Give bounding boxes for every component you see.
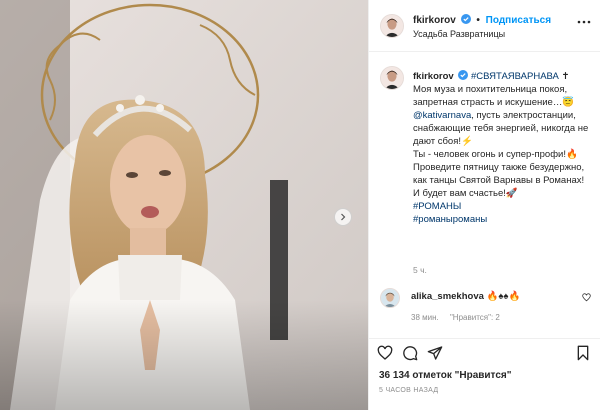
post-location[interactable]: Усадьба Разврат­ницы bbox=[413, 29, 505, 39]
comment-text: alika_smekhova 🔥♠♠🔥 bbox=[411, 291, 520, 302]
bookmark-icon bbox=[577, 345, 589, 361]
next-photo-button[interactable] bbox=[334, 208, 352, 226]
share-button[interactable] bbox=[427, 345, 443, 361]
caption-line: Моя муза и похитительница покоя, запретн… bbox=[413, 84, 575, 108]
comment-timestamp: 38 мин. bbox=[411, 313, 439, 322]
caption-line: Ты - человек огонь и супер-профи!🔥 bbox=[413, 149, 578, 160]
post-side-panel: fkirkorov • Подписаться Усадьба Разврат­… bbox=[368, 0, 600, 410]
caption-cross: ✝ bbox=[561, 71, 570, 82]
caption-timestamp: 5 ч. bbox=[413, 265, 427, 275]
avatar-image bbox=[381, 289, 399, 307]
post-photo[interactable] bbox=[0, 0, 368, 410]
photo-illustration bbox=[0, 0, 368, 410]
caption-username[interactable]: fkirkorov bbox=[413, 71, 454, 82]
instagram-post: fkirkorov • Подписаться Усадьба Разврат­… bbox=[0, 0, 600, 410]
hashtag-link[interactable]: #СВЯТАЯВАРНАВА bbox=[471, 71, 559, 82]
header-user-line: fkirkorov • Подписаться bbox=[413, 14, 551, 26]
caption-text: fkirkorov #СВЯТАЯВАРНАВА ✝ Моя муза и по… bbox=[413, 70, 593, 226]
more-options-icon[interactable] bbox=[577, 19, 591, 25]
comment-likes-count[interactable]: "Нравится": 2 bbox=[450, 313, 500, 322]
likes-count: 36 134 bbox=[379, 370, 410, 381]
like-button[interactable] bbox=[377, 345, 393, 361]
save-button[interactable] bbox=[575, 345, 591, 361]
comment-item: alika_smekhova 🔥♠♠🔥 38 мин. "Нравится": … bbox=[369, 283, 600, 333]
commenter-avatar[interactable] bbox=[380, 288, 400, 308]
comment-body: 🔥♠♠🔥 bbox=[486, 291, 521, 302]
share-icon bbox=[427, 346, 443, 360]
hashtag-link[interactable]: #РОМАНЫ bbox=[413, 201, 461, 212]
follow-button[interactable]: Подписаться bbox=[486, 15, 551, 26]
heart-icon[interactable] bbox=[582, 293, 591, 302]
avatar-image bbox=[381, 67, 403, 89]
author-avatar[interactable] bbox=[380, 14, 404, 38]
likes-label: "Нравится" bbox=[454, 370, 512, 381]
chevron-right-icon bbox=[341, 213, 346, 221]
comment-meta: 38 мин. "Нравится": 2 bbox=[411, 313, 509, 322]
caption-author-avatar[interactable] bbox=[380, 66, 404, 90]
verified-badge-icon bbox=[460, 14, 471, 24]
heart-icon bbox=[377, 345, 393, 360]
post-header: fkirkorov • Подписаться Усадьба Разврат­… bbox=[369, 0, 600, 52]
post-caption: fkirkorov #СВЯТАЯВАРНАВА ✝ Моя муза и по… bbox=[369, 52, 600, 280]
mention-link[interactable]: @kativarnava bbox=[413, 110, 471, 121]
avatar-image bbox=[381, 15, 403, 37]
likes-summary[interactable]: 36 134 отметок "Нравится" bbox=[379, 370, 511, 381]
post-date: 5 ЧАСОВ НАЗАД bbox=[379, 387, 439, 394]
likes-word: отметок bbox=[412, 370, 452, 381]
separator-dot: • bbox=[476, 15, 480, 26]
verified-badge-icon bbox=[458, 70, 469, 80]
author-username[interactable]: fkirkorov bbox=[413, 15, 456, 26]
comment-button[interactable] bbox=[402, 345, 418, 361]
commenter-username[interactable]: alika_smekhova bbox=[411, 291, 484, 302]
caption-line: Проведите пятницу также безудержно, как … bbox=[413, 162, 585, 199]
hashtag-link[interactable]: #романыроманы bbox=[413, 214, 487, 225]
action-bar bbox=[369, 338, 600, 366]
comment-icon bbox=[403, 346, 418, 361]
